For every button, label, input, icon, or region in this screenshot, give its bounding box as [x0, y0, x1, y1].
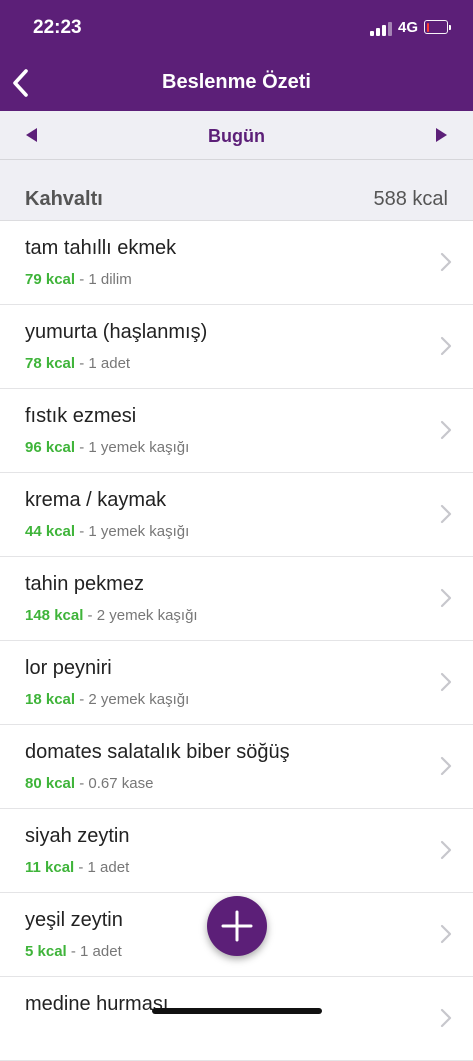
food-name: medine hurması: [25, 993, 169, 1015]
food-name: siyah zeytin: [25, 825, 130, 847]
triangle-right-icon: [436, 128, 447, 142]
food-item-row[interactable]: tahin pekmez 148 kcal - 2 yemek kaşığı: [0, 557, 473, 641]
food-meta: 18 kcal - 2 yemek kaşığı: [25, 691, 189, 708]
food-kcal: 80 kcal: [25, 775, 76, 792]
food-portion: - 1 adet: [75, 355, 131, 372]
food-portion: - 0.67 kase: [75, 775, 154, 792]
food-kcal: 18 kcal: [25, 691, 76, 708]
section-title: Kahvaltı: [25, 188, 103, 210]
food-name: yeşil zeytin: [25, 909, 123, 931]
food-kcal: 148 kcal: [25, 607, 84, 624]
food-item-row[interactable]: siyah zeytin 11 kcal - 1 adet: [0, 809, 473, 893]
food-kcal: 5 kcal: [25, 943, 67, 960]
chevron-right-icon: [440, 1008, 452, 1028]
food-name: krema / kaymak: [25, 489, 167, 511]
food-meta: 5 kcal - 1 adet: [25, 943, 122, 960]
food-portion: - 1 adet: [74, 859, 130, 876]
food-meta: 78 kcal - 1 adet: [25, 355, 130, 372]
food-portion: - 1 dilim: [75, 271, 132, 288]
food-item-row[interactable]: medine hurması: [0, 977, 473, 1061]
food-kcal: 79 kcal: [25, 271, 76, 288]
chevron-right-icon: [440, 420, 452, 440]
food-meta: 79 kcal - 1 dilim: [25, 271, 132, 288]
food-kcal: 78 kcal: [25, 355, 76, 372]
chevron-right-icon: [440, 252, 452, 272]
signal-icon: [370, 22, 392, 36]
food-item-row[interactable]: lor peyniri 18 kcal - 2 yemek kaşığı: [0, 641, 473, 725]
status-bar: 22:23 4G: [0, 0, 473, 56]
food-portion: - 2 yemek kaşığı: [83, 607, 198, 624]
food-meta: 80 kcal - 0.67 kase: [25, 775, 153, 792]
date-label[interactable]: Bugün: [0, 126, 473, 147]
plus-icon: [221, 910, 253, 942]
status-time: 22:23: [33, 17, 82, 38]
food-item-row[interactable]: fıstık ezmesi 96 kcal - 1 yemek kaşığı: [0, 389, 473, 473]
food-portion: - 1 yemek kaşığı: [75, 523, 190, 540]
food-name: fıstık ezmesi: [25, 405, 137, 427]
chevron-right-icon: [440, 588, 452, 608]
food-kcal: 96 kcal: [25, 439, 76, 456]
food-item-row[interactable]: krema / kaymak 44 kcal - 1 yemek kaşığı: [0, 473, 473, 557]
chevron-right-icon: [440, 504, 452, 524]
nav-bar: Beslenme Özeti: [0, 56, 473, 111]
food-portion: - 2 yemek kaşığı: [75, 691, 190, 708]
network-type: 4G: [398, 19, 419, 36]
next-day-button[interactable]: [428, 123, 456, 147]
food-name: tahin pekmez: [25, 573, 144, 595]
add-food-button[interactable]: [207, 896, 267, 956]
food-item-row[interactable]: yumurta (haşlanmış) 78 kcal - 1 adet: [0, 305, 473, 389]
page-title: Beslenme Özeti: [162, 71, 311, 93]
food-name: domates salatalık biber söğüş: [25, 741, 290, 763]
battery-icon: [424, 20, 451, 34]
food-meta: 44 kcal - 1 yemek kaşığı: [25, 523, 189, 540]
section-header: Kahvaltı 588 kcal: [0, 180, 473, 221]
food-meta: 11 kcal - 1 adet: [25, 859, 129, 876]
home-indicator: [152, 1008, 322, 1014]
section-spacer: [0, 160, 473, 180]
food-item-row[interactable]: tam tahıllı ekmek 79 kcal - 1 dilim: [0, 221, 473, 305]
chevron-right-icon: [440, 756, 452, 776]
chevron-right-icon: [440, 336, 452, 356]
food-kcal: 44 kcal: [25, 523, 76, 540]
section-total-kcal: 588 kcal: [373, 188, 449, 210]
food-name: yumurta (haşlanmış): [25, 321, 208, 343]
date-navigator: Bugün: [0, 111, 473, 160]
food-name: tam tahıllı ekmek: [25, 237, 177, 259]
food-item-row[interactable]: domates salatalık biber söğüş 80 kcal - 0…: [0, 725, 473, 809]
food-meta: 96 kcal - 1 yemek kaşığı: [25, 439, 189, 456]
chevron-right-icon: [440, 672, 452, 692]
chevron-right-icon: [440, 924, 452, 944]
food-meta: 148 kcal - 2 yemek kaşığı: [25, 607, 198, 624]
chevron-right-icon: [440, 840, 452, 860]
food-portion: - 1 yemek kaşığı: [75, 439, 190, 456]
food-kcal: 11 kcal: [25, 859, 75, 876]
food-portion: - 1 adet: [66, 943, 122, 960]
food-name: lor peyniri: [25, 657, 112, 679]
